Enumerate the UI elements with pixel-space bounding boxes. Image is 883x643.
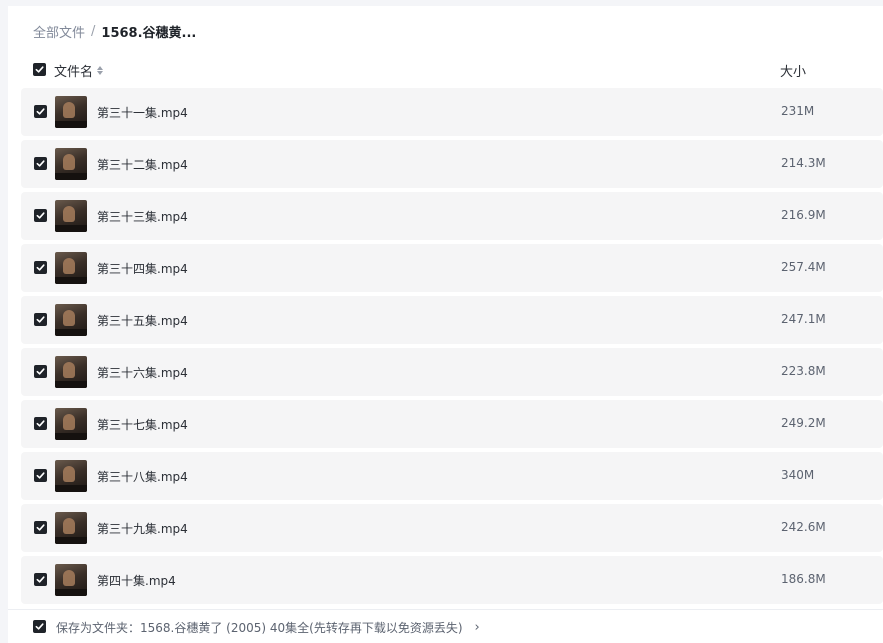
breadcrumb: 全部文件 / 1568.谷穗黄... xyxy=(33,21,196,41)
file-row-checkbox[interactable] xyxy=(34,417,47,430)
video-thumbnail xyxy=(55,408,87,440)
save-as-folder-checkbox[interactable] xyxy=(33,620,46,633)
file-row-checkbox[interactable] xyxy=(34,365,47,378)
file-row[interactable]: 第三十八集.mp4 340M xyxy=(21,452,883,500)
file-size: 340M xyxy=(781,468,815,482)
file-size: 257.4M xyxy=(781,260,826,274)
checkmark-icon xyxy=(35,623,44,630)
file-name: 第三十七集.mp4 xyxy=(97,418,188,432)
save-as-folder-link[interactable]: 保存为文件夹：1568.谷穗黄了 (2005) 40集全(先转存再下载以免资源丢… xyxy=(56,619,480,636)
video-thumbnail xyxy=(55,252,87,284)
file-row-checkbox[interactable] xyxy=(34,209,47,222)
file-name: 第三十四集.mp4 xyxy=(97,262,188,276)
file-size: 249.2M xyxy=(781,416,826,430)
file-row[interactable]: 第三十六集.mp4 223.8M xyxy=(21,348,883,396)
file-name: 第三十六集.mp4 xyxy=(97,366,188,380)
sort-icon[interactable] xyxy=(97,66,104,75)
checkmark-icon xyxy=(35,66,44,73)
video-thumbnail xyxy=(55,512,87,544)
video-thumbnail xyxy=(55,96,87,128)
file-row[interactable]: 第三十二集.mp4 214.3M xyxy=(21,140,883,188)
video-thumbnail xyxy=(55,356,87,388)
file-row[interactable]: 第四十集.mp4 186.8M xyxy=(21,556,883,604)
breadcrumb-current: 1568.谷穗黄... xyxy=(101,25,197,41)
file-name: 第三十九集.mp4 xyxy=(97,522,188,536)
video-thumbnail xyxy=(55,148,87,180)
file-row[interactable]: 第三十五集.mp4 247.1M xyxy=(21,296,883,344)
file-row-checkbox[interactable] xyxy=(34,521,47,534)
column-header-name[interactable]: 文件名 xyxy=(54,61,104,80)
checkmark-icon xyxy=(36,420,45,427)
checkmark-icon xyxy=(36,160,45,167)
checkmark-icon xyxy=(36,264,45,271)
file-row-checkbox[interactable] xyxy=(34,469,47,482)
file-row-checkbox[interactable] xyxy=(34,157,47,170)
video-thumbnail xyxy=(55,564,87,596)
column-header-name-label: 文件名 xyxy=(54,65,94,80)
video-thumbnail xyxy=(55,200,87,232)
file-size: 223.8M xyxy=(781,364,826,378)
file-name: 第三十五集.mp4 xyxy=(97,314,188,328)
file-name: 第三十二集.mp4 xyxy=(97,158,188,172)
video-thumbnail xyxy=(55,460,87,492)
file-list: 第三十一集.mp4 231M 第三十二集.mp4 214.3M 第三十三集.mp4 216… xyxy=(21,88,883,608)
save-as-folder-label: 保存为文件夹：1568.谷穗黄了 (2005) 40集全(先转存再下载以免资源丢… xyxy=(56,621,463,635)
file-name: 第四十集.mp4 xyxy=(97,574,176,588)
file-row-checkbox[interactable] xyxy=(34,573,47,586)
file-row[interactable]: 第三十一集.mp4 231M xyxy=(21,88,883,136)
file-name: 第三十八集.mp4 xyxy=(97,470,188,484)
checkmark-icon xyxy=(36,576,45,583)
checkmark-icon xyxy=(36,472,45,479)
checkmark-icon xyxy=(36,316,45,323)
chevron-right-icon: › xyxy=(474,620,480,635)
file-size: 247.1M xyxy=(781,312,826,326)
file-size: 216.9M xyxy=(781,208,826,222)
file-row[interactable]: 第三十九集.mp4 242.6M xyxy=(21,504,883,552)
file-row[interactable]: 第三十三集.mp4 216.9M xyxy=(21,192,883,240)
breadcrumb-separator: / xyxy=(91,23,96,39)
file-name: 第三十一集.mp4 xyxy=(97,106,188,120)
column-header-size: 大小 xyxy=(780,65,807,80)
file-row-checkbox[interactable] xyxy=(34,261,47,274)
file-size: 231M xyxy=(781,104,815,118)
file-size: 214.3M xyxy=(781,156,826,170)
file-size: 186.8M xyxy=(781,572,826,586)
file-row-checkbox[interactable] xyxy=(34,313,47,326)
checkmark-icon xyxy=(36,524,45,531)
breadcrumb-root[interactable]: 全部文件 xyxy=(33,22,85,41)
file-row-checkbox[interactable] xyxy=(34,105,47,118)
file-name: 第三十三集.mp4 xyxy=(97,210,188,224)
select-all-checkbox[interactable] xyxy=(33,63,46,76)
video-thumbnail xyxy=(55,304,87,336)
file-row[interactable]: 第三十四集.mp4 257.4M xyxy=(21,244,883,292)
table-header: 文件名 大小 xyxy=(8,58,883,82)
file-picker-panel: 全部文件 / 1568.谷穗黄... 文件名 大小 第三十一集.mp4 231M 第… xyxy=(8,6,883,643)
save-as-folder-bar: 保存为文件夹：1568.谷穗黄了 (2005) 40集全(先转存再下载以免资源丢… xyxy=(8,609,883,643)
file-size: 242.6M xyxy=(781,520,826,534)
checkmark-icon xyxy=(36,212,45,219)
file-row[interactable]: 第三十七集.mp4 249.2M xyxy=(21,400,883,448)
checkmark-icon xyxy=(36,368,45,375)
checkmark-icon xyxy=(36,108,45,115)
